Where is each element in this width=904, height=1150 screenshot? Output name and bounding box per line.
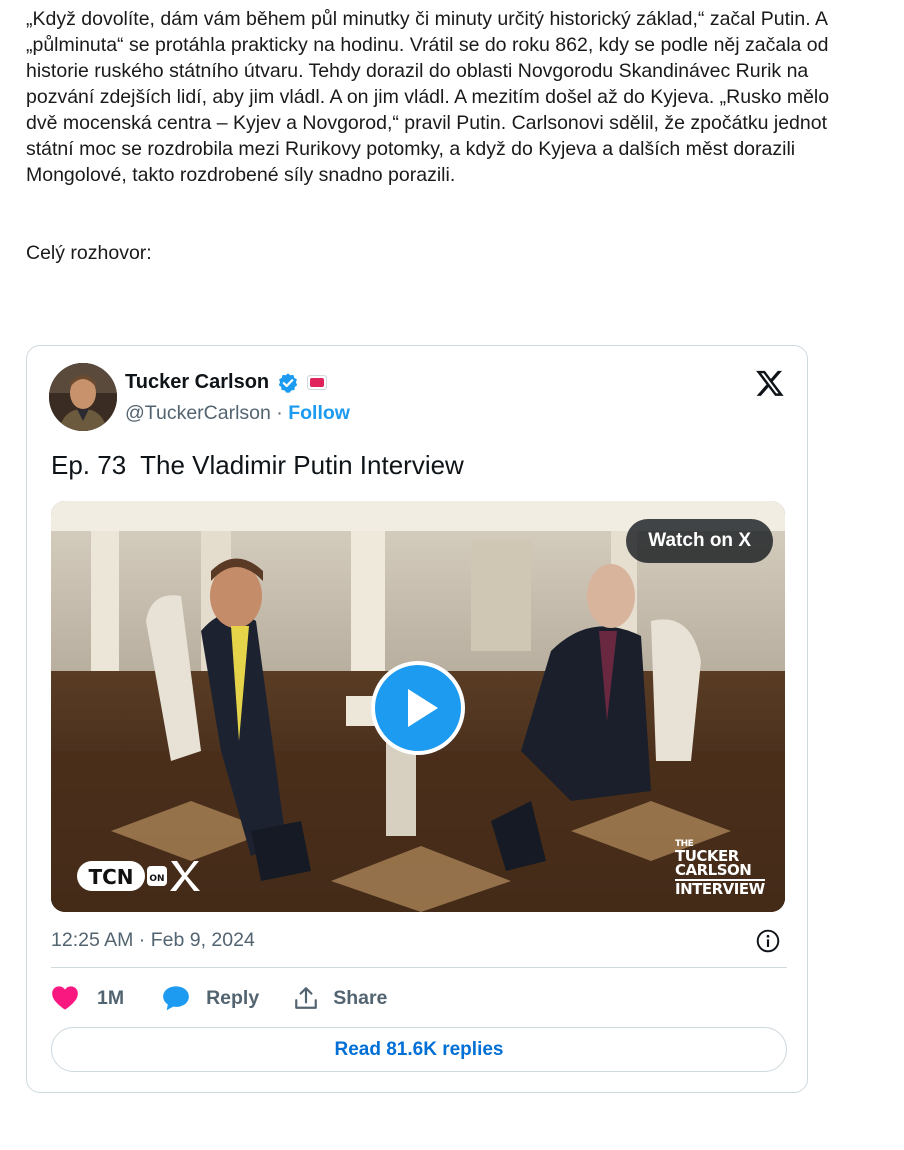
article-line: „Když dovolíte, dám vám během půl minutk… — [26, 8, 828, 30]
verified-badge-icon — [278, 373, 298, 393]
article-text: „Když dovolíte, dám vám během půl minutk… — [26, 6, 904, 188]
handle-row: @TuckerCarlson · Follow — [125, 402, 350, 425]
follow-button[interactable]: Follow — [288, 402, 350, 424]
watch-on-x-button[interactable]: Watch on X — [626, 519, 773, 563]
speech-bubble-icon — [163, 986, 189, 1011]
read-replies-button[interactable]: Read 81.6K replies — [51, 1027, 787, 1072]
tcn-logo-text: TCN — [88, 865, 133, 889]
tweet-timestamp[interactable]: 12:25 AM · Feb 9, 2024 — [51, 929, 255, 952]
handle-separator: · — [270, 402, 289, 424]
show-logo: THE TUCKER CARLSON INTERVIEW — [675, 840, 765, 898]
play-button[interactable] — [371, 661, 465, 755]
author-name[interactable]: Tucker Carlson — [125, 371, 269, 394]
like-count: 1M — [97, 986, 125, 1009]
show-logo-line: CARLSON — [675, 861, 752, 879]
tcn-logo-icon: TCN ON — [77, 861, 200, 891]
reply-button[interactable]: Reply — [162, 985, 259, 1011]
like-button[interactable]: 1M — [51, 985, 124, 1011]
article-paragraph: „Když dovolíte, dám vám během půl minutk… — [26, 6, 904, 188]
affiliate-badge-icon[interactable] — [307, 375, 327, 390]
reply-label: Reply — [206, 986, 260, 1009]
avatar[interactable] — [49, 363, 117, 431]
article-line: historie ruského státního útvaru. Tehdy … — [26, 60, 809, 82]
author-handle[interactable]: @TuckerCarlson — [125, 402, 271, 424]
divider — [51, 967, 787, 968]
article-line: dvě mocenská centra – Kyjev a Novgorod,“… — [26, 112, 827, 134]
tweet-text: Ep. 73 The Vladimir Putin Interview — [51, 450, 464, 480]
tweet-actions: 1M Reply Share — [51, 982, 387, 1014]
share-upload-icon — [295, 987, 318, 1009]
tcn-on-text: ON — [149, 874, 164, 884]
play-icon — [408, 689, 438, 727]
show-logo-line: INTERVIEW — [675, 879, 765, 898]
heart-icon — [52, 986, 78, 1010]
interview-lead: Celý rozhovor: — [26, 242, 152, 264]
article-line: Mongolové, takto rozdrobené síly snadno … — [26, 164, 456, 186]
article-line: „půlminuta“ se protáhla prakticky na hod… — [26, 34, 829, 56]
x-logo-icon[interactable] — [754, 368, 786, 398]
info-icon[interactable] — [755, 928, 781, 954]
embedded-tweet: Tucker Carlson @TuckerCarlson · Follow E… — [26, 345, 808, 1093]
share-button[interactable]: Share — [293, 985, 387, 1011]
video-player[interactable]: Watch on X TCN ON THE TUCKER CARLSON INT… — [51, 501, 785, 912]
article-line: pozvání zdejších lidí, aby jim vládl. A … — [26, 86, 830, 108]
share-label: Share — [333, 986, 388, 1009]
article-line: státní moc se rozdrobila mezi Rurikovy p… — [26, 138, 796, 160]
